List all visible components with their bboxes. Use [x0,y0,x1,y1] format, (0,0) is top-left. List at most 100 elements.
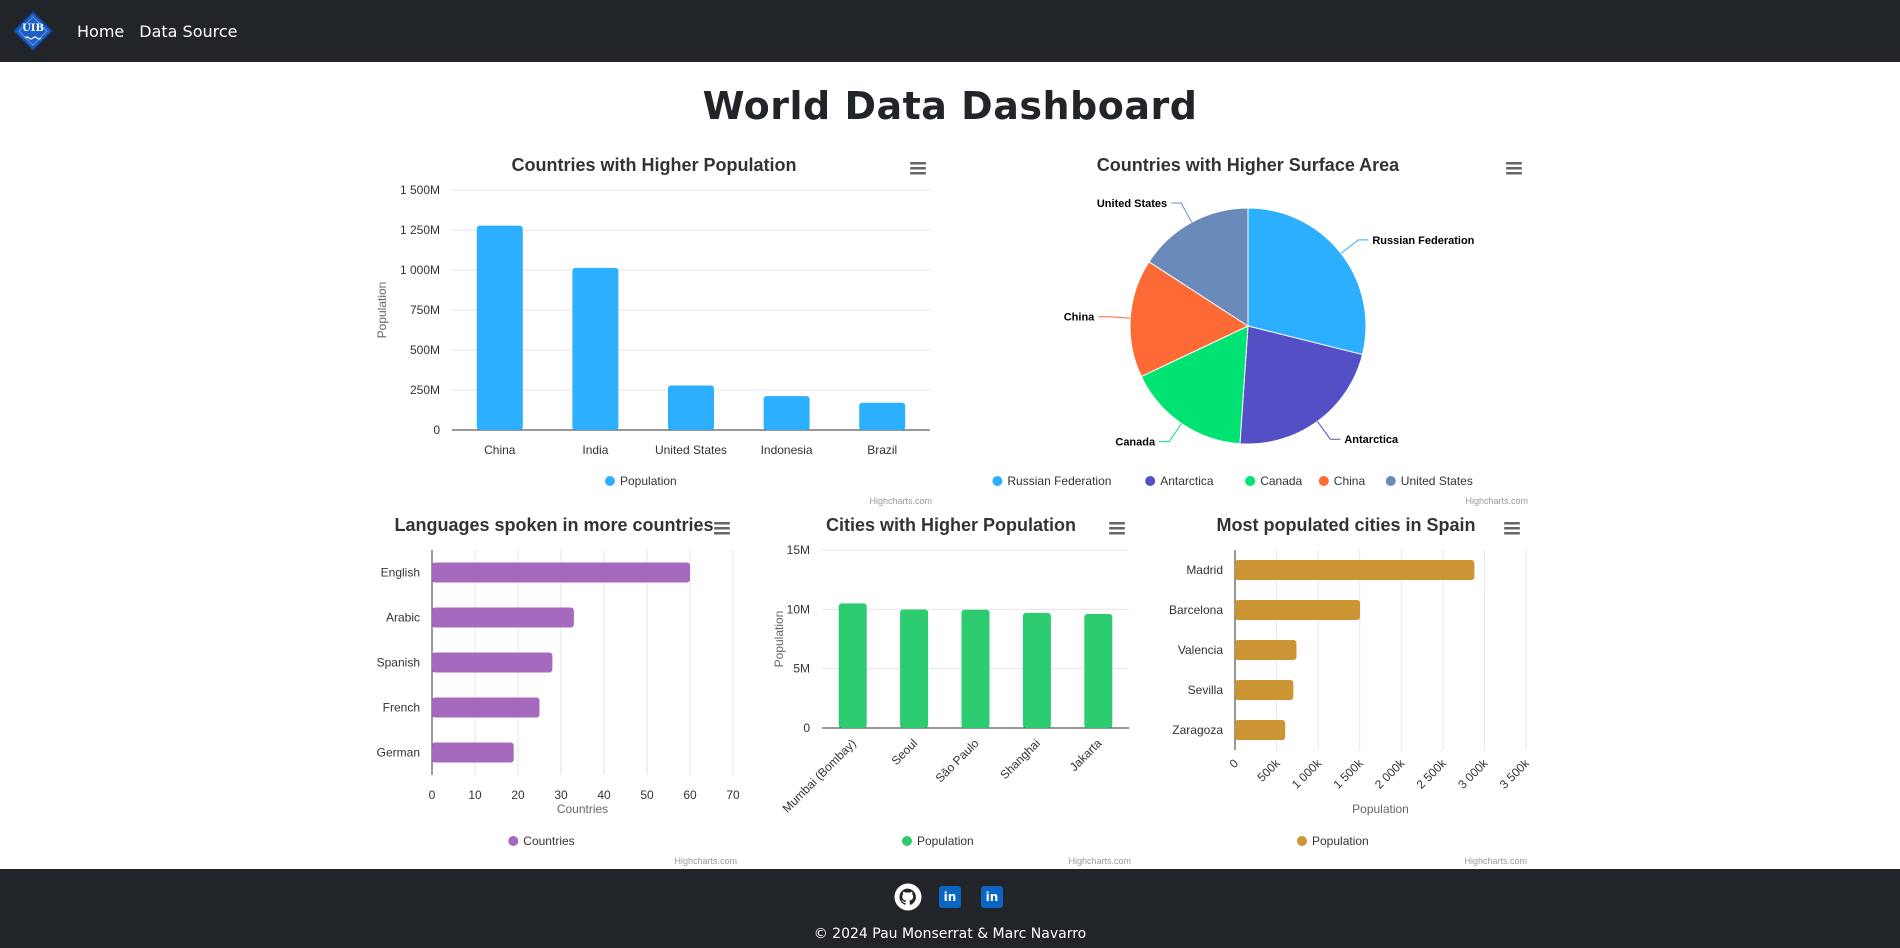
uib-logo[interactable]: UIB [12,10,54,52]
y-tick-label: Madrid [1186,563,1223,577]
linkedin-logo: in [939,886,961,908]
y-tick-label: 750M [410,303,440,317]
bar [859,402,906,430]
x-tick-label: United States [655,443,727,457]
y-axis-title: Population [375,282,389,339]
x-tick-label: 0 [1226,756,1241,771]
github-logo [894,883,922,911]
legend-label: Antarctica [1160,474,1214,488]
x-tick-label: Mumbai (Bombay) [780,736,859,815]
bar [961,609,990,728]
x-tick-label: India [582,443,608,457]
legend-label: Population [1312,834,1369,848]
chart-menu-icon[interactable] [1502,158,1526,180]
x-tick-label: 40 [597,788,611,802]
y-tick-label: 250M [410,383,440,397]
bar [432,562,690,583]
x-tick-label: 60 [683,788,697,802]
y-tick-label: 1 250M [400,223,440,237]
y-tick-label: Sevilla [1188,683,1224,697]
y-tick-label: 500M [410,343,440,357]
pie-data-label: Russian Federation [1372,235,1474,247]
y-tick-label: 0 [433,423,440,437]
navbar: UIB Home Data Source [0,0,1900,62]
credits-text: Highcharts.com [1464,856,1527,866]
x-tick-label: 2 500k [1414,756,1450,792]
bar [763,396,810,430]
legend-item[interactable]: Canada [1245,474,1303,488]
linkedin-logo: in [981,886,1003,908]
y-tick-label: Valencia [1178,643,1223,657]
legend-item[interactable]: United States [1385,474,1473,488]
x-tick-label: 3 000k [1455,756,1491,792]
legend-marker [508,836,519,846]
bar [432,742,514,763]
chart-menu-icon[interactable] [1500,518,1524,540]
bar [668,385,714,430]
legend-marker [1245,476,1256,486]
chart-menu-icon[interactable] [1105,518,1129,540]
page-title: World Data Dashboard [702,84,1198,128]
pie-connector [1340,239,1369,254]
legend-marker [1297,836,1307,846]
github-icon[interactable] [894,883,922,911]
legend-label: Canada [1260,474,1302,488]
legend-item[interactable]: Russian Federation [992,474,1111,488]
bar [1235,560,1475,580]
languages-chart: Languages spoken in more countries 0 10 20 3… [374,510,739,870]
legend-label: Population [917,834,974,848]
y-tick-label: 15M [787,543,810,557]
x-tick-label: 20 [511,788,525,802]
x-tick-label: 0 [429,788,436,802]
bar [1235,600,1361,620]
chart-menu-icon[interactable] [710,518,734,540]
y-tick-label: 1 000M [400,263,440,277]
linkedin-icon[interactable]: in [978,883,1006,911]
legend-item[interactable]: Antarctica [1145,474,1214,488]
bar [476,225,523,430]
nav-data-source-link[interactable]: Data Source [139,22,237,41]
chart-title: Languages spoken in more countries [394,515,713,535]
y-tick-label: 10M [787,602,810,616]
legend-marker [1318,476,1329,486]
legend-marker [605,476,615,486]
bar [1235,640,1297,660]
pie-data-label: Antarctica [1344,434,1399,446]
x-axis-title: Population [1352,802,1409,816]
legend-item[interactable]: Population [605,474,677,488]
legend-item[interactable]: Population [1297,834,1369,848]
credits-text: Highcharts.com [674,856,737,866]
y-tick-label: Barcelona [1169,603,1223,617]
pie-connector [1098,316,1131,319]
linkedin-icon[interactable]: in [936,883,964,911]
x-tick-label: China [484,443,516,457]
x-tick-label: Brazil [867,443,897,457]
legend-marker [1385,476,1396,486]
y-axis-title: Population [772,611,786,668]
chart-title: Cities with Higher Population [826,515,1076,535]
population-chart: Countries with Higher Population 0 250M 500… [374,150,934,510]
x-tick-label: 1 500k [1330,756,1366,792]
x-tick-label: 500k [1254,756,1283,785]
spain-cities-chart: Most populated cities in Spain 0 500k 1 000… [1164,510,1529,870]
y-tick-label: English [381,566,420,580]
x-tick-label: 2 000k [1372,756,1408,792]
legend-marker [992,476,1003,486]
credits-text: Highcharts.com [869,496,932,506]
x-tick-label: 50 [640,788,654,802]
y-tick-label: French [383,701,420,715]
pie-data-label: Canada [1115,437,1156,449]
legend-item[interactable]: Population [902,834,974,848]
legend-item[interactable]: China [1318,474,1366,488]
x-tick-label: 30 [554,788,568,802]
uib-logo-text: UIB [22,23,44,34]
x-tick-label: Shanghai [997,736,1043,782]
chart-title: Countries with Higher Population [512,155,797,175]
chart-menu-icon[interactable] [906,158,930,180]
bar [1235,680,1294,700]
y-tick-label: 1 500M [400,183,440,197]
surface-area-chart: Countries with Higher Surface Area Russia… [970,150,1530,510]
legend-item[interactable]: Countries [508,834,575,848]
y-tick-label: Spanish [377,656,420,670]
nav-home-link[interactable]: Home [77,22,124,41]
